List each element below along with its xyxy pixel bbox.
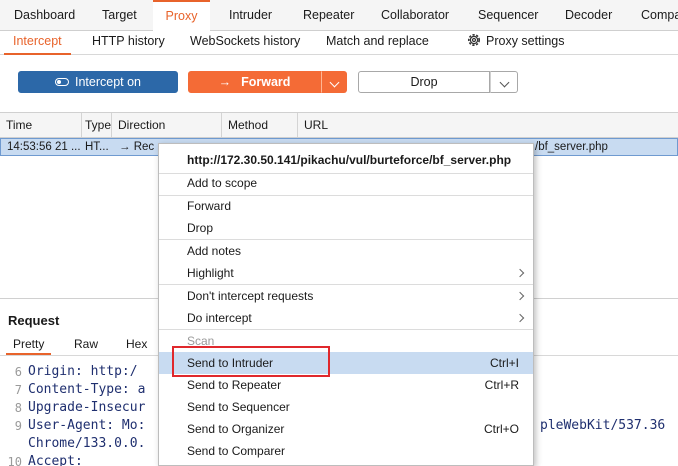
proxy-settings-label: Proxy settings — [486, 34, 565, 48]
tab-collaborator[interactable]: Collaborator — [381, 0, 449, 31]
menu-item-dont-intercept[interactable]: Don't intercept requests — [159, 285, 533, 307]
code-line: Chrome/133.0.0. — [28, 436, 146, 451]
proxy-sub-tab-bar: Intercept HTTP history WebSockets histor… — [0, 31, 678, 55]
row-type: HT... — [85, 141, 109, 153]
tab-pretty[interactable]: Pretty — [6, 337, 52, 355]
code-line: User-Agent: Mo: — [28, 418, 146, 433]
column-direction[interactable]: Direction — [112, 113, 222, 137]
tab-intruder[interactable]: Intruder — [229, 0, 272, 31]
column-url[interactable]: URL — [298, 113, 678, 137]
line-number: 7 — [14, 383, 22, 397]
gear-icon — [468, 34, 480, 46]
drop-button[interactable]: Drop — [358, 71, 490, 93]
tab-hex[interactable]: Hex — [126, 337, 147, 355]
subtab-http-history[interactable]: HTTP history — [92, 31, 165, 55]
intercept-label: Intercept on — [74, 75, 141, 89]
arrow-right-icon: → — [218, 75, 232, 89]
menu-item-add-to-scope[interactable]: Add to scope — [159, 172, 533, 194]
tab-sequencer[interactable]: Sequencer — [478, 0, 538, 31]
chevron-right-icon — [515, 268, 525, 278]
code-line: Content-Type: a — [28, 382, 146, 397]
request-title: Request — [8, 313, 60, 328]
proxy-settings-button[interactable]: Proxy settings — [466, 31, 565, 55]
tab-proxy[interactable]: Proxy — [153, 0, 210, 31]
intercept-toggle-button[interactable]: Intercept on — [18, 71, 178, 93]
menu-item-highlight[interactable]: Highlight — [159, 262, 533, 284]
forward-label: Forward — [241, 75, 291, 89]
column-time[interactable]: Time — [0, 113, 82, 137]
column-type[interactable]: Type — [82, 113, 112, 137]
chevron-down-icon — [329, 77, 339, 88]
menu-item-label: Highlight — [187, 266, 234, 280]
menu-item-send-to-repeater[interactable]: Send to Repeater Ctrl+R — [159, 374, 533, 396]
menu-item-send-to-sequencer[interactable]: Send to Sequencer — [159, 396, 533, 418]
menu-item-label: Send to Organizer — [187, 422, 285, 436]
subtab-websockets-history[interactable]: WebSockets history — [190, 31, 300, 55]
subtab-intercept[interactable]: Intercept — [4, 31, 71, 55]
line-number: 6 — [14, 365, 22, 379]
menu-item-label: Do intercept — [187, 311, 252, 325]
shortcut-label: Ctrl+I — [489, 356, 519, 370]
column-method[interactable]: Method — [222, 113, 298, 137]
menu-item-send-to-organizer[interactable]: Send to Organizer Ctrl+O — [159, 418, 533, 440]
line-number: 9 — [14, 419, 22, 433]
main-tab-bar: Dashboard Target Proxy Intruder Repeater… — [0, 0, 678, 31]
drop-dropdown-button[interactable] — [490, 71, 518, 93]
line-number: 8 — [14, 401, 22, 415]
menu-item-label: Send to Repeater — [187, 378, 282, 392]
code-line: Origin: http:/ — [28, 364, 138, 379]
menu-item-forward[interactable]: Forward — [159, 195, 533, 217]
toggle-icon — [54, 78, 69, 86]
row-direction: → Rec — [119, 141, 155, 153]
code-line-tail: pleWebKit/537.36 — [540, 418, 666, 433]
shortcut-label: Ctrl+R — [484, 378, 519, 392]
intercept-table-header: Time Type Direction Method URL — [0, 112, 678, 138]
shortcut-label: Ctrl+O — [483, 422, 519, 436]
chevron-down-icon — [499, 77, 509, 88]
annotation-highlight-box — [172, 346, 330, 377]
menu-item-drop[interactable]: Drop — [159, 217, 533, 239]
tab-comparer[interactable]: Compa — [641, 0, 678, 31]
chevron-right-icon — [515, 313, 525, 323]
tab-decoder[interactable]: Decoder — [565, 0, 612, 31]
tab-target[interactable]: Target — [102, 0, 137, 31]
tab-repeater[interactable]: Repeater — [303, 0, 354, 31]
forward-dropdown-button[interactable] — [321, 71, 347, 93]
menu-url-header: http://172.30.50.141/pikachu/vul/burtefo… — [187, 153, 512, 167]
context-menu: http://172.30.50.141/pikachu/vul/burtefo… — [158, 143, 534, 466]
menu-item-add-notes[interactable]: Add notes — [159, 240, 533, 262]
tab-raw[interactable]: Raw — [74, 337, 98, 355]
row-time: 14:53:56 21 ... — [7, 141, 81, 153]
line-number: 10 — [7, 455, 22, 466]
menu-item-send-to-comparer[interactable]: Send to Comparer — [159, 440, 533, 462]
menu-item-do-intercept[interactable]: Do intercept — [159, 307, 533, 329]
forward-button[interactable]: → Forward — [188, 71, 321, 93]
tab-dashboard[interactable]: Dashboard — [14, 0, 75, 31]
row-url: /bf_server.php — [535, 141, 608, 153]
code-line: Upgrade-Insecur — [28, 400, 146, 415]
subtab-match-and-replace[interactable]: Match and replace — [326, 31, 429, 55]
menu-item-label: Don't intercept requests — [187, 289, 314, 303]
code-line: Accept: — [28, 454, 83, 466]
chevron-right-icon — [515, 291, 525, 301]
